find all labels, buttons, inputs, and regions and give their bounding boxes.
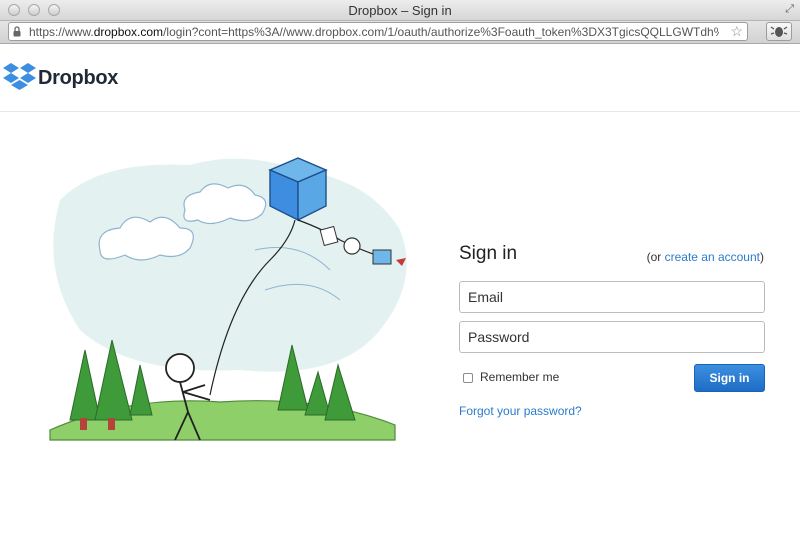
fullscreen-icon[interactable]: ⤢ bbox=[785, 3, 794, 16]
create-account-link[interactable]: create an account bbox=[665, 250, 760, 264]
password-field[interactable] bbox=[459, 321, 765, 353]
site-header: Dropbox bbox=[0, 44, 800, 112]
remember-me-checkbox[interactable] bbox=[463, 373, 473, 383]
email-field[interactable] bbox=[459, 281, 765, 313]
url-text: https://www.dropbox.com/login?cont=https… bbox=[29, 25, 719, 39]
url-domain: dropbox.com bbox=[93, 25, 164, 39]
forgot-password-link[interactable]: Forgot your password? bbox=[459, 404, 582, 418]
logo-text[interactable]: Dropbox bbox=[38, 67, 118, 90]
extension-button[interactable] bbox=[766, 22, 792, 41]
sign-in-button[interactable]: Sign in bbox=[694, 364, 765, 392]
address-bar[interactable]: https://www.dropbox.com/login?cont=https… bbox=[8, 22, 748, 41]
signin-heading: Sign in bbox=[459, 243, 518, 264]
bookmark-star-icon[interactable]: ☆ bbox=[730, 23, 743, 40]
dropbox-logo-icon[interactable] bbox=[3, 62, 36, 92]
create-account-prompt: (or create an account) bbox=[646, 250, 764, 264]
browser-toolbar: https://www.dropbox.com/login?cont=https… bbox=[0, 21, 800, 44]
dropbox-kite-icon bbox=[268, 157, 328, 222]
bug-icon bbox=[770, 26, 788, 37]
remember-me-label[interactable]: Remember me bbox=[480, 370, 559, 384]
window-title: Dropbox – Sign in bbox=[348, 3, 452, 18]
kite-illustration bbox=[49, 157, 407, 441]
window-title-bar: Dropbox – Sign in ⤢ bbox=[0, 0, 800, 21]
lock-icon bbox=[13, 26, 21, 37]
